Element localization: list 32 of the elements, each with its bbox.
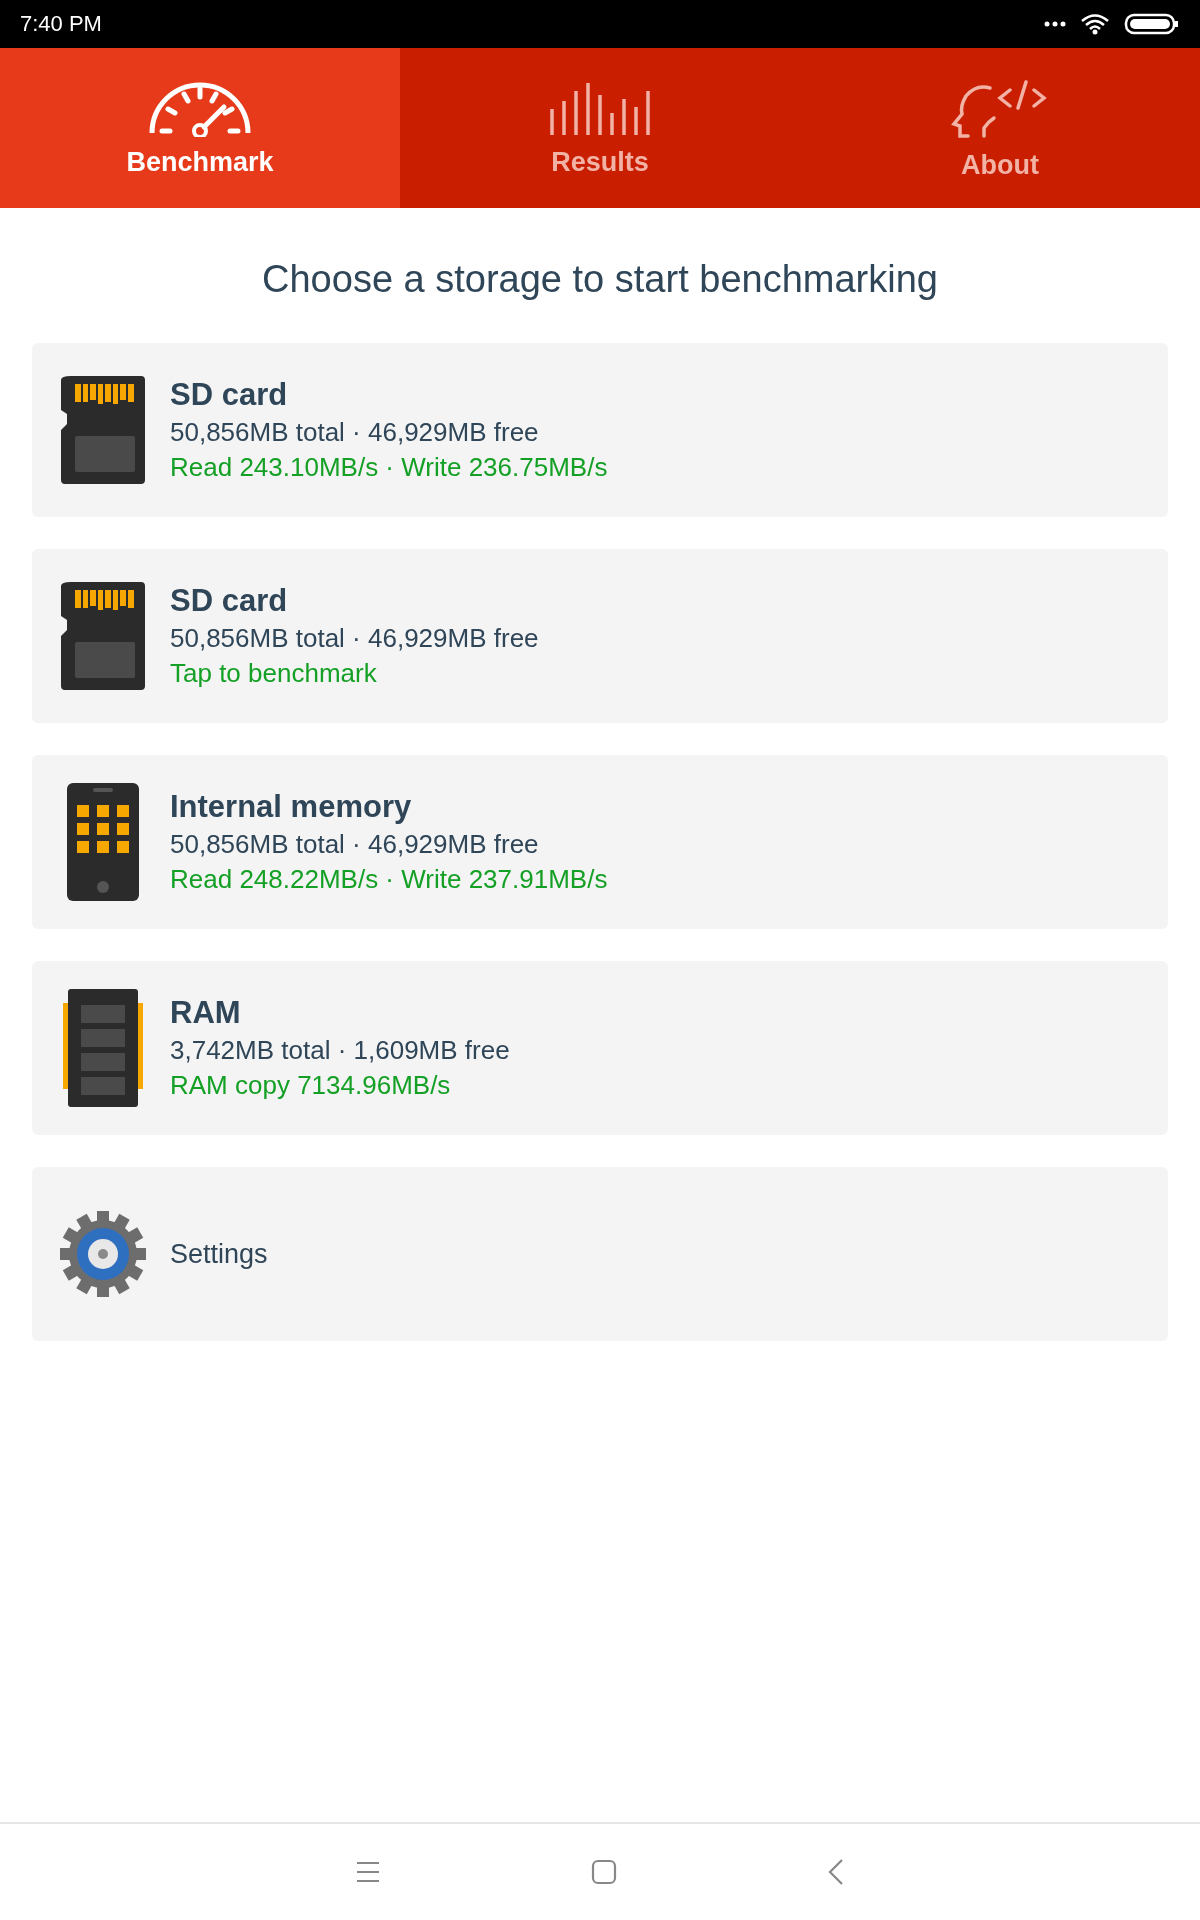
- storage-card[interactable]: Internal memory 50,856MB total · 46,929MB free Read 248.22MB/s · Write 237.91MB/s: [32, 755, 1168, 929]
- more-dots-icon: [1044, 21, 1066, 27]
- capacity-text: 50,856MB total · 46,929MB free: [170, 623, 539, 654]
- storage-card[interactable]: SD card 50,856MB total · 46,929MB free Tap to benchmark: [32, 549, 1168, 723]
- storage-name: RAM: [170, 995, 241, 1031]
- memory-chip-icon: [63, 989, 143, 1107]
- storage-name: Internal memory: [170, 789, 412, 825]
- wifi-icon: [1080, 13, 1110, 35]
- storage-name: SD card: [170, 377, 288, 413]
- capacity-text: 3,742MB total · 1,609MB free: [170, 1035, 510, 1066]
- page-heading: Choose a storage to start benchmarking: [261, 257, 939, 302]
- storage-name: Settings: [170, 1238, 268, 1270]
- benchmark-result: RAM copy 7134.96MB/s: [170, 1070, 451, 1101]
- tab[interactable]: Benchmark: [0, 48, 400, 208]
- benchmark-result: Tap to benchmark: [170, 658, 377, 689]
- storage-name: SD card: [170, 583, 288, 619]
- capacity-text: 50,856MB total · 46,929MB free: [170, 829, 539, 860]
- back-icon[interactable]: [828, 1859, 845, 1885]
- menu-icon[interactable]: [355, 1861, 380, 1883]
- sd-card-icon: [61, 582, 145, 690]
- sd-card-icon: [61, 376, 145, 484]
- storage-card[interactable]: Settings: [32, 1167, 1168, 1341]
- battery-icon: [1124, 13, 1180, 35]
- storage-card[interactable]: RAM 3,742MB total · 1,609MB free RAM copy 7134.96MB/s: [32, 961, 1168, 1135]
- capacity-text: 50,856MB total · 46,929MB free: [170, 417, 539, 448]
- phone-icon: [67, 783, 139, 901]
- gear-icon: [60, 1211, 146, 1297]
- benchmark-result: Read 248.22MB/s · Write 237.91MB/s: [170, 864, 608, 895]
- benchmark-result: Read 243.10MB/s · Write 236.75MB/s: [170, 452, 608, 483]
- home-icon[interactable]: [591, 1859, 617, 1885]
- storage-card[interactable]: SD card 50,856MB total · 46,929MB free Read 243.10MB/s · Write 236.75MB/s: [32, 343, 1168, 517]
- clock-time: 7:40 PM: [20, 11, 102, 37]
